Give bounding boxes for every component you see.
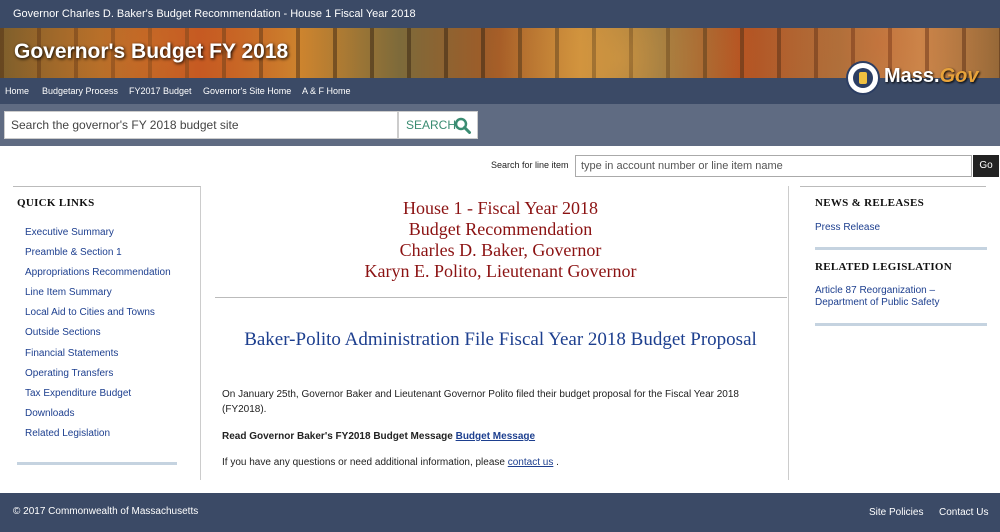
search-button-label: SEARCH — [406, 118, 457, 132]
line-item-search-label: Search for line item — [491, 160, 569, 170]
sidebar-divider — [17, 462, 177, 465]
heading-line-3: Charles D. Baker, Governor — [399, 240, 602, 260]
footer-contact-us-link[interactable]: Contact Us — [939, 507, 988, 518]
quick-link-outside-sections[interactable]: Outside Sections — [25, 327, 101, 338]
news-divider — [815, 247, 987, 250]
content-divider — [215, 297, 787, 298]
browser-title-bar: Governor Charles D. Baker's Budget Recom… — [0, 0, 1000, 28]
budget-message-text: Read Governor Baker's FY2018 Budget Mess… — [222, 431, 453, 442]
quick-link-local-aid[interactable]: Local Aid to Cities and Towns — [25, 307, 155, 318]
quick-link-financial-statements[interactable]: Financial Statements — [25, 348, 118, 359]
heading-line-4: Karyn E. Polito, Lieutenant Governor — [364, 261, 637, 281]
heading-line-2: Budget Recommendation — [408, 219, 593, 239]
news-releases-title: NEWS & RELEASES — [815, 197, 925, 209]
nav-item-budgetary-process[interactable]: Budgetary Process — [42, 78, 118, 104]
search-icon — [454, 117, 471, 134]
site-search-button[interactable]: SEARCH — [398, 111, 478, 139]
mass-gov-logo[interactable]: Mass.Gov — [846, 61, 994, 95]
copyright-text: © 2017 Commonwealth of Massachusetts — [13, 506, 199, 517]
column-divider — [788, 186, 789, 480]
quick-link-operating-transfers[interactable]: Operating Transfers — [25, 368, 113, 379]
nav-item-governors-site-home[interactable]: Governor's Site Home — [203, 78, 291, 104]
press-release-link[interactable]: Press Release — [815, 222, 975, 234]
quick-links-sidebar: QUICK LINKS Executive Summary Preamble &… — [13, 186, 201, 480]
article-87-link[interactable]: Article 87 Reorganization – Department o… — [815, 285, 975, 309]
page-title-text: Governor Charles D. Baker's Budget Recom… — [13, 8, 416, 20]
site-policies-link[interactable]: Site Policies — [869, 507, 923, 518]
quick-link-downloads[interactable]: Downloads — [25, 408, 74, 419]
nav-item-af-home[interactable]: A & F Home — [302, 78, 351, 104]
quick-links-title: QUICK LINKS — [17, 197, 95, 209]
proposal-heading: Baker-Polito Administration File Fiscal … — [244, 329, 757, 350]
nav-item-home[interactable]: Home — [5, 78, 29, 104]
news-sidebar: NEWS & RELEASES Press Release RELATED LE… — [800, 186, 987, 480]
nav-item-fy2017-budget[interactable]: FY2017 Budget — [129, 78, 192, 104]
quick-link-preamble[interactable]: Preamble & Section 1 — [25, 247, 122, 258]
go-button[interactable]: Go — [973, 155, 999, 177]
contact-text: If you have any questions or need additi… — [222, 457, 505, 468]
contact-us-link[interactable]: contact us — [508, 457, 554, 468]
line-item-search-input[interactable] — [575, 155, 972, 177]
site-title[interactable]: Governor's Budget FY 2018 — [14, 40, 288, 64]
intro-paragraph: On January 25th, Governor Baker and Lieu… — [222, 389, 739, 415]
main-content: House 1 - Fiscal Year 2018 Budget Recomm… — [202, 186, 799, 480]
quick-link-line-item-summary[interactable]: Line Item Summary — [25, 287, 112, 298]
related-legislation-title: RELATED LEGISLATION — [815, 261, 953, 273]
site-search-input[interactable] — [4, 111, 398, 139]
legislation-divider — [815, 323, 987, 326]
mass-gov-wordmark: Mass.Gov — [884, 65, 979, 88]
budget-message-line: Read Governor Baker's FY2018 Budget Mess… — [222, 429, 782, 444]
budget-message-link[interactable]: Budget Message — [456, 431, 535, 442]
quick-link-executive-summary[interactable]: Executive Summary — [25, 227, 114, 238]
page-footer: © 2017 Commonwealth of Massachusetts Sit… — [0, 493, 1000, 532]
logo-gov: Gov — [939, 65, 979, 87]
site-search-bar: SEARCH — [0, 104, 1000, 146]
logo-mass: Mass. — [884, 65, 940, 87]
quick-link-tax-expenditure-budget[interactable]: Tax Expenditure Budget — [25, 388, 131, 399]
contact-line: If you have any questions or need additi… — [222, 455, 782, 470]
state-seal-icon — [846, 61, 880, 95]
heading-line-1: House 1 - Fiscal Year 2018 — [403, 198, 598, 218]
contact-end: . — [556, 457, 559, 468]
quick-link-related-legislation[interactable]: Related Legislation — [25, 428, 110, 439]
quick-link-appropriations[interactable]: Appropriations Recommendation — [25, 267, 171, 278]
